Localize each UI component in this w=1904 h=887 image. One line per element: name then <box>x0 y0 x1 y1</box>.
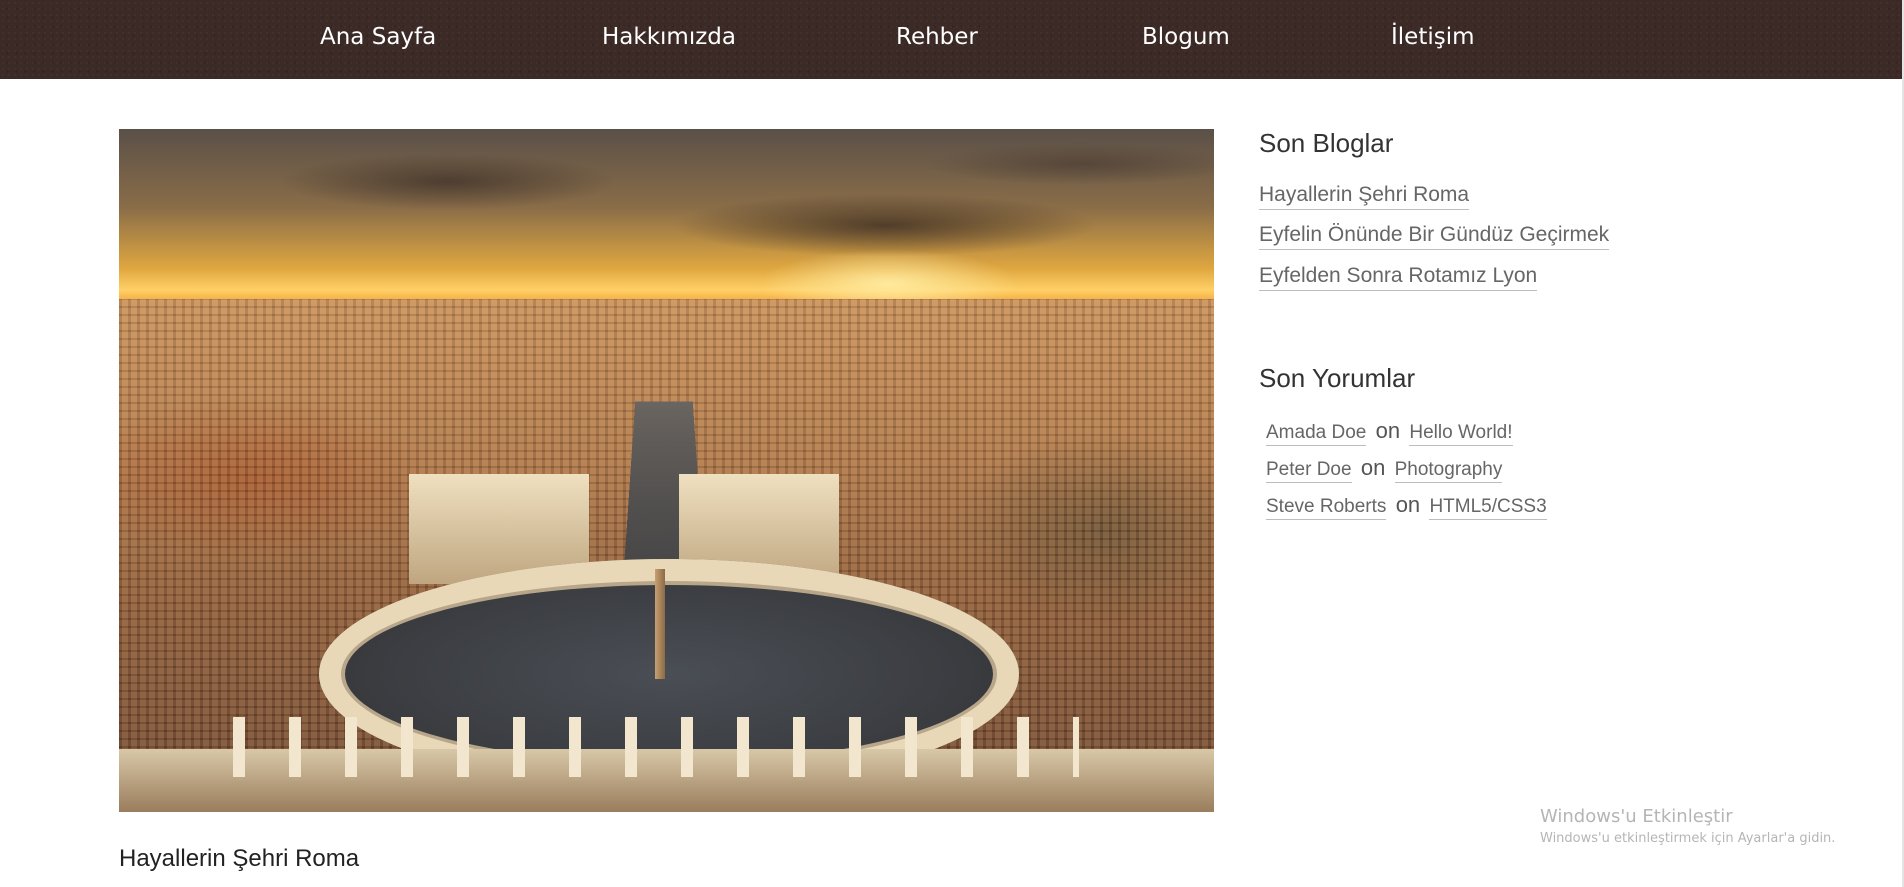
recent-comment-item: Steve Roberts on HTML5/CSS3 <box>1266 492 1547 520</box>
comment-post-link[interactable]: HTML5/CSS3 <box>1429 496 1547 520</box>
nav-item-iletisim[interactable]: İletişim <box>1391 24 1475 50</box>
comment-on-text: on <box>1360 455 1386 480</box>
nav-item-hakkimizda[interactable]: Hakkımızda <box>602 24 736 50</box>
comment-author-link[interactable]: Steve Roberts <box>1266 496 1387 520</box>
comment-post-link[interactable]: Hello World! <box>1409 422 1513 446</box>
nav-item-ana-sayfa[interactable]: Ana Sayfa <box>320 24 436 50</box>
post-hero-image[interactable] <box>119 129 1214 812</box>
recent-comment-item: Amada Doe on Hello World! <box>1266 418 1513 446</box>
comment-author-link[interactable]: Peter Doe <box>1266 459 1352 483</box>
recent-blog-link[interactable]: Hayallerin Şehri Roma <box>1259 183 1470 210</box>
recent-blog-link[interactable]: Eyfelin Önünde Bir Gündüz Geçirmek <box>1259 223 1610 250</box>
comment-on-text: on <box>1395 492 1421 517</box>
image-obelisk <box>655 569 665 679</box>
comment-post-link[interactable]: Photography <box>1394 459 1503 483</box>
recent-comment-item: Peter Doe on Photography <box>1266 455 1503 483</box>
nav-item-rehber[interactable]: Rehber <box>896 24 978 50</box>
nav-item-blogum[interactable]: Blogum <box>1142 24 1230 50</box>
watermark-title: Windows'u Etkinleştir <box>1540 806 1733 827</box>
image-statues <box>199 717 1079 777</box>
recent-comments-heading: Son Yorumlar <box>1259 363 1416 393</box>
image-sky <box>119 129 1214 304</box>
post-title[interactable]: Hayallerin Şehri Roma <box>119 845 359 873</box>
watermark-subtitle: Windows'u etkinleştirmek için Ayarlar'a … <box>1540 831 1836 846</box>
windows-activation-watermark: Windows'u Etkinleştir Windows'u etkinleş… <box>1540 806 1835 846</box>
recent-blog-link[interactable]: Eyfelden Sonra Rotamız Lyon <box>1259 264 1538 291</box>
recent-blogs-heading: Son Bloglar <box>1259 128 1394 158</box>
comment-author-link[interactable]: Amada Doe <box>1266 422 1367 446</box>
top-navigation-bar: Ana Sayfa Hakkımızda Rehber Blogum İleti… <box>0 0 1904 79</box>
comment-on-text: on <box>1375 418 1401 443</box>
